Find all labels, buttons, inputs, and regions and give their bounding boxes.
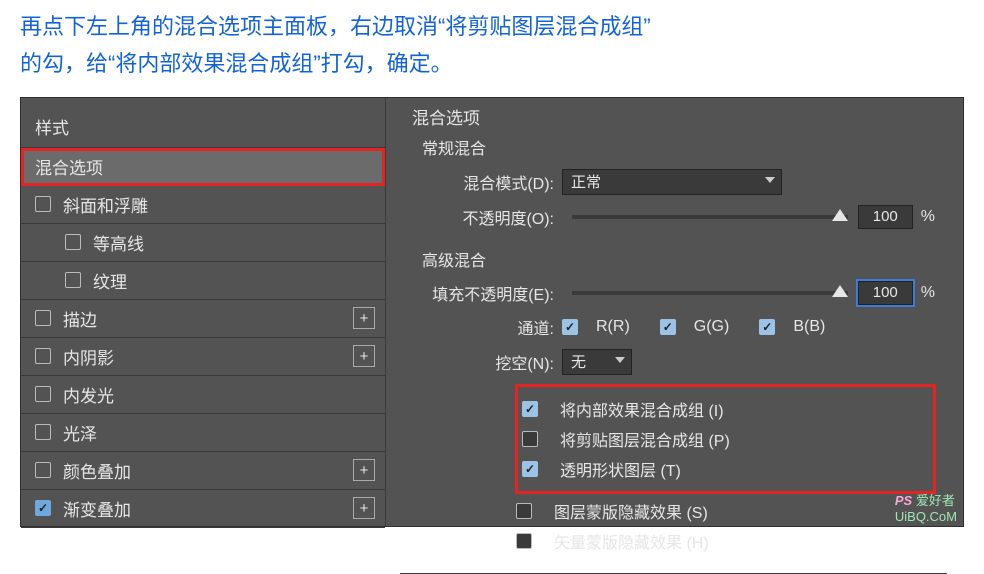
channel-g[interactable]: G(G) [660,318,730,336]
knockout-row: 挖空(N): 无 [412,349,935,375]
style-item-satin[interactable]: 光泽 [21,414,385,452]
styles-list: 样式 混合选项 斜面和浮雕 等高线 纹理 描边 + 内阴影 + 内发光 [21,98,386,526]
blending-options-panel: 混合选项 常规混合 混合模式(D): 正常 不透明度(O): 100 % 高级混… [386,98,963,526]
watermark: PS 爱好者 UiBQ.CoM [895,490,957,524]
fill-opacity-label: 填充不透明度(E): [412,281,562,305]
knockout-value: 无 [571,351,586,372]
checkbox-interior-effects[interactable] [522,401,538,417]
styles-header: 样式 [21,106,385,148]
add-stroke-icon[interactable]: + [353,307,375,329]
blend-mode-select[interactable]: 正常 [562,169,782,195]
style-item-bevel-emboss[interactable]: 斜面和浮雕 [21,186,385,224]
opt-blend-clipped-layers[interactable]: 将剪贴图层混合成组 (P) [522,427,907,451]
channel-r[interactable]: R(R) [562,318,630,336]
watermark-ps: PS [895,493,912,508]
blending-options-fieldset: 混合选项 常规混合 混合模式(D): 正常 不透明度(O): 100 % 高级混… [400,104,947,574]
channels-row: 通道: R(R) G(G) B(B) [412,315,935,339]
blend-mode-label: 混合模式(D): [412,170,562,194]
style-label: 内发光 [63,382,114,407]
fill-opacity-row: 填充不透明度(E): 100 % [412,281,935,305]
opacity-input[interactable]: 100 [858,205,913,229]
checkbox-satin[interactable] [35,424,51,440]
style-label: 等高线 [93,230,144,255]
caption-line1: 再点下左上角的混合选项主面板，右边取消“将剪贴图层混合成组” [20,14,651,39]
percent-label: % [921,208,935,226]
style-label: 内阴影 [63,344,114,369]
checkbox-clipped-layers[interactable] [522,431,538,447]
style-label: 混合选项 [35,154,103,179]
style-label: 光泽 [63,420,97,445]
fill-opacity-slider[interactable] [572,291,848,295]
chevron-down-icon [765,177,775,183]
instruction-caption: 再点下左上角的混合选项主面板，右边取消“将剪贴图层混合成组” 的勾，给“将内部效… [0,0,984,97]
checkbox-b[interactable] [759,319,775,335]
general-blending-title: 常规混合 [422,135,935,159]
layer-style-dialog: 样式 混合选项 斜面和浮雕 等高线 纹理 描边 + 内阴影 + 内发光 [20,97,964,527]
opt-transparency-shapes[interactable]: 透明形状图层 (T) [522,457,907,481]
opt-blend-interior-effects[interactable]: 将内部效果混合成组 (I) [522,397,907,421]
checkbox-vector-mask-hides[interactable] [516,533,532,549]
highlighted-options-box: 将内部效果混合成组 (I) 将剪贴图层混合成组 (P) 透明形状图层 (T) [516,385,935,493]
style-item-stroke[interactable]: 描边 + [21,300,385,338]
channels-label: 通道: [412,315,562,339]
opacity-label: 不透明度(O): [412,205,562,229]
checkbox-bevel[interactable] [35,196,51,212]
checkbox-transparency-shapes[interactable] [522,461,538,477]
style-item-inner-glow[interactable]: 内发光 [21,376,385,414]
opt-vector-mask-hides[interactable]: 矢量蒙版隐藏效果 (H) [516,529,935,553]
add-inner-shadow-icon[interactable]: + [353,345,375,367]
watermark-txt: 爱好者 [916,493,955,508]
advanced-blending-title: 高级混合 [422,247,935,271]
watermark-url: UiBQ.CoM [895,509,957,524]
knockout-label: 挖空(N): [412,350,562,374]
percent-label: % [921,284,935,302]
caption-line2: 的勾，给“将内部效果混合成组”打勾，确定。 [20,51,453,76]
checkbox-inner-shadow[interactable] [35,348,51,364]
channel-b[interactable]: B(B) [759,318,825,336]
chevron-down-icon [615,357,625,363]
style-item-inner-shadow[interactable]: 内阴影 + [21,338,385,376]
checkbox-r[interactable] [562,319,578,335]
style-label: 纹理 [93,268,127,293]
opacity-row: 不透明度(O): 100 % [412,205,935,229]
opacity-slider[interactable] [572,215,848,219]
blend-mode-row: 混合模式(D): 正常 [412,169,935,195]
checkbox-stroke[interactable] [35,310,51,326]
checkbox-inner-glow[interactable] [35,386,51,402]
add-color-overlay-icon[interactable]: + [353,459,375,481]
style-item-contour[interactable]: 等高线 [21,224,385,262]
opt-layer-mask-hides[interactable]: 图层蒙版隐藏效果 (S) [516,499,935,523]
style-item-color-overlay[interactable]: 颜色叠加 + [21,452,385,490]
knockout-select[interactable]: 无 [562,349,632,375]
style-label: 描边 [63,306,97,331]
style-item-texture[interactable]: 纹理 [21,262,385,300]
panel-title: 混合选项 [412,104,935,129]
style-label: 渐变叠加 [63,496,131,521]
checkbox-g[interactable] [660,319,676,335]
style-item-blending-options[interactable]: 混合选项 [21,148,385,186]
checkbox-gradient-overlay[interactable] [35,500,51,516]
style-label: 斜面和浮雕 [63,192,148,217]
checkbox-color-overlay[interactable] [35,462,51,478]
checkbox-texture[interactable] [65,272,81,288]
checkbox-contour[interactable] [65,234,81,250]
style-item-gradient-overlay[interactable]: 渐变叠加 + [21,490,385,528]
slider-thumb-icon[interactable] [832,209,848,221]
extra-options: 图层蒙版隐藏效果 (S) 矢量蒙版隐藏效果 (H) [516,499,935,553]
slider-thumb-icon[interactable] [832,285,848,297]
blend-mode-value: 正常 [571,171,601,192]
add-gradient-overlay-icon[interactable]: + [353,497,375,519]
fill-opacity-input[interactable]: 100 [858,281,913,305]
style-label: 颜色叠加 [63,458,131,483]
checkbox-layer-mask-hides[interactable] [516,503,532,519]
